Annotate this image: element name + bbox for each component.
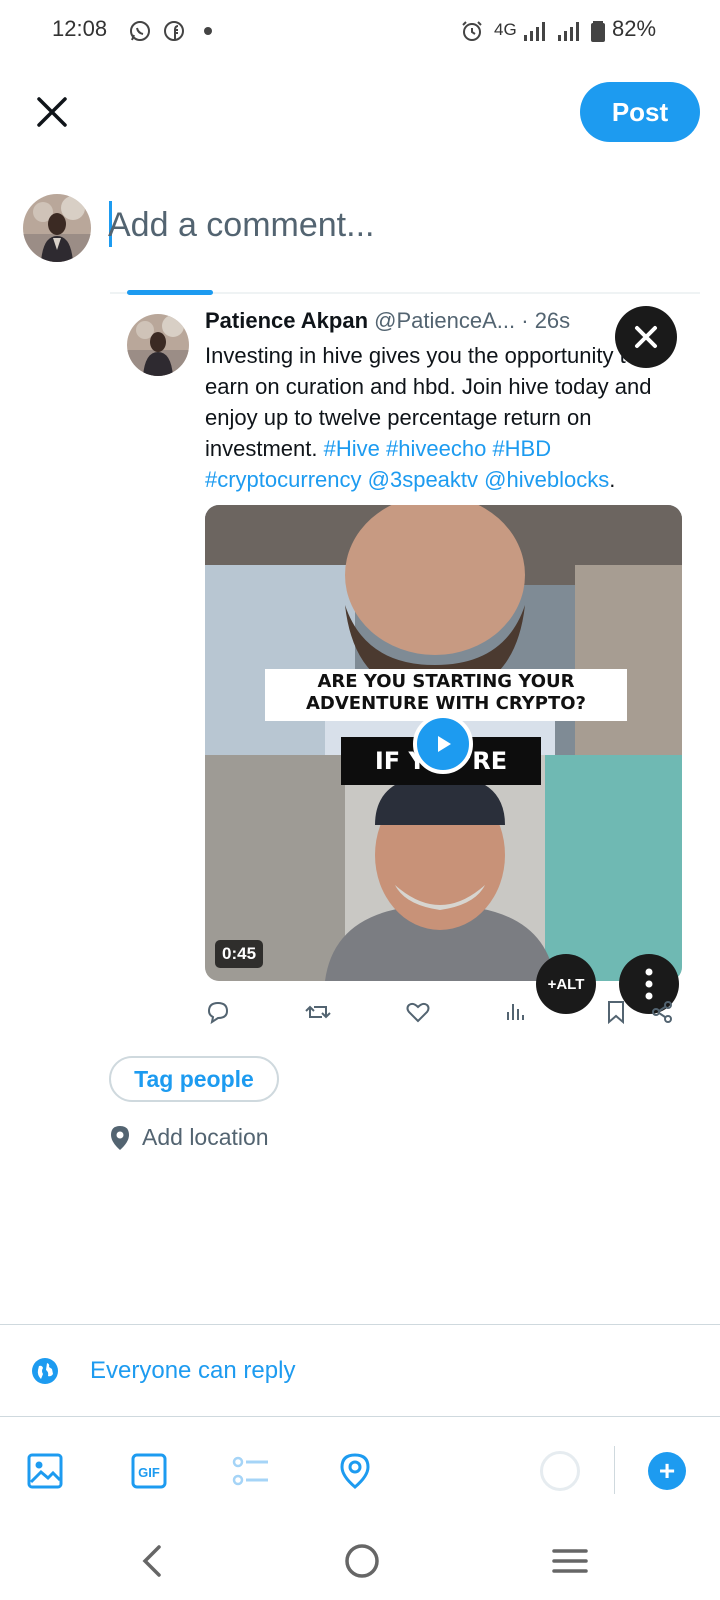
close-icon — [635, 326, 657, 348]
avatar — [23, 194, 91, 262]
recents-icon[interactable] — [550, 1541, 590, 1581]
status-time: 12:08 — [52, 16, 108, 41]
battery-level: 82% — [612, 16, 657, 41]
quoted-author-handle: @PatienceA... — [374, 308, 516, 333]
reply-icon[interactable] — [204, 998, 232, 1026]
bookmark-icon[interactable] — [602, 998, 630, 1026]
alarm-icon — [462, 21, 482, 41]
views-icon[interactable] — [502, 998, 530, 1026]
signal-icon — [524, 22, 545, 41]
network-type: 4G — [494, 20, 517, 39]
hashtag-link[interactable]: #HBD — [492, 436, 551, 461]
video-duration: 0:45 — [215, 940, 264, 968]
facebook-icon — [164, 21, 184, 41]
divider — [0, 1324, 720, 1325]
add-thread-button[interactable]: + — [648, 1452, 686, 1490]
repost-icon[interactable] — [304, 998, 332, 1026]
share-icon[interactable] — [648, 998, 676, 1026]
image-icon[interactable] — [26, 1452, 64, 1490]
location-pin-icon — [111, 1126, 129, 1150]
toolbar-divider — [614, 1446, 615, 1494]
home-icon[interactable] — [342, 1541, 382, 1581]
back-icon[interactable] — [134, 1541, 174, 1581]
location-icon[interactable] — [336, 1452, 374, 1490]
play-button[interactable] — [413, 714, 473, 774]
signal-icon — [558, 22, 579, 41]
quoted-text: Investing in hive gives you the opportun… — [205, 340, 675, 495]
play-icon — [438, 736, 451, 752]
quoted-author-name: Patience Akpan — [205, 308, 369, 333]
remove-quote-button[interactable] — [615, 306, 677, 368]
mention-link[interactable]: @3speaktv — [368, 467, 478, 492]
mention-link[interactable]: @hiveblocks — [484, 467, 609, 492]
whatsapp-icon — [130, 21, 150, 41]
video-caption-top: ARE YOU STARTING YOUR ADVENTURE WITH CRY… — [306, 671, 586, 714]
svg-text:GIF: GIF — [138, 1465, 160, 1480]
battery-icon — [591, 21, 605, 42]
quoted-header: Patience Akpan @PatienceA... · 26s — [205, 308, 570, 334]
post-button[interactable]: Post — [580, 82, 700, 142]
add-location-button[interactable]: Add location — [142, 1124, 269, 1151]
reply-setting-button[interactable]: Everyone can reply — [90, 1357, 295, 1385]
alt-text-button[interactable]: +ALT — [536, 954, 596, 1014]
comment-input[interactable] — [108, 200, 668, 250]
close-icon[interactable] — [34, 94, 70, 130]
like-icon[interactable] — [404, 998, 432, 1026]
globe-icon — [32, 1358, 58, 1384]
more-icon — [645, 968, 653, 1000]
character-counter — [540, 1451, 580, 1491]
hashtag-link[interactable]: #cryptocurrency — [205, 467, 362, 492]
dot-icon — [204, 27, 212, 35]
divider — [0, 1416, 720, 1417]
quoted-time: · 26s — [521, 308, 571, 333]
hashtag-link[interactable]: #Hive — [324, 436, 380, 461]
upload-progress — [127, 290, 213, 295]
tag-people-button[interactable]: Tag people — [109, 1056, 279, 1102]
hashtag-link[interactable]: #hiveecho — [386, 436, 486, 461]
poll-icon[interactable] — [232, 1452, 270, 1490]
gif-icon[interactable]: GIF — [130, 1452, 168, 1490]
trailing-period: . — [609, 467, 616, 492]
quoted-avatar — [127, 314, 189, 376]
